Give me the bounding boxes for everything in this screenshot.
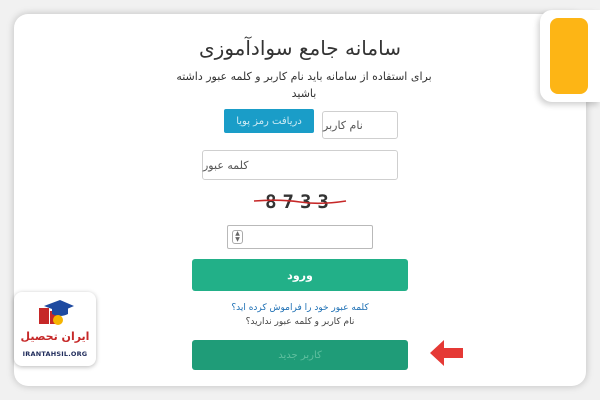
password-placeholder: کلمه عبور xyxy=(203,158,249,172)
captcha-input[interactable]: ▲ ▼ xyxy=(227,225,373,249)
number-spinner-icon[interactable]: ▲ ▼ xyxy=(232,230,243,244)
get-dynamic-password-button[interactable]: دریافت رمز پویا xyxy=(224,109,314,133)
new-user-button[interactable]: کاربر جدید xyxy=(192,340,408,370)
site-logo: ایران تحصیل IRANTAHSIL.ORG xyxy=(14,292,96,366)
username-placeholder: نام کاربر xyxy=(323,118,363,132)
page-title: سامانه جامع سوادآموزی xyxy=(199,36,401,60)
login-panel: سامانه جامع سوادآموزی برای استفاده از سا… xyxy=(14,14,586,386)
password-field[interactable]: کلمه عبور xyxy=(202,150,398,180)
corner-accent xyxy=(550,18,588,94)
no-account-text: نام کاربر و کلمه عبور ندارید؟ xyxy=(245,317,355,327)
logo-brand-text: ایران تحصیل xyxy=(20,330,90,343)
captcha-strike-line xyxy=(253,199,347,205)
captcha-image: 8733 xyxy=(250,188,350,216)
logo-site-text: IRANTAHSIL.ORG xyxy=(22,350,88,358)
left-arrow-icon xyxy=(430,340,463,366)
forgot-password-link[interactable]: کلمه عبور خود را فراموش کرده اید؟ xyxy=(14,303,586,313)
username-field[interactable]: نام کاربر xyxy=(322,111,398,139)
corner-decoration xyxy=(540,10,600,102)
graduation-cap-icon xyxy=(39,300,74,325)
login-button[interactable]: ورود xyxy=(192,259,408,291)
page-subtitle: برای استفاده از سامانه باید نام کاربر و … xyxy=(176,70,432,100)
